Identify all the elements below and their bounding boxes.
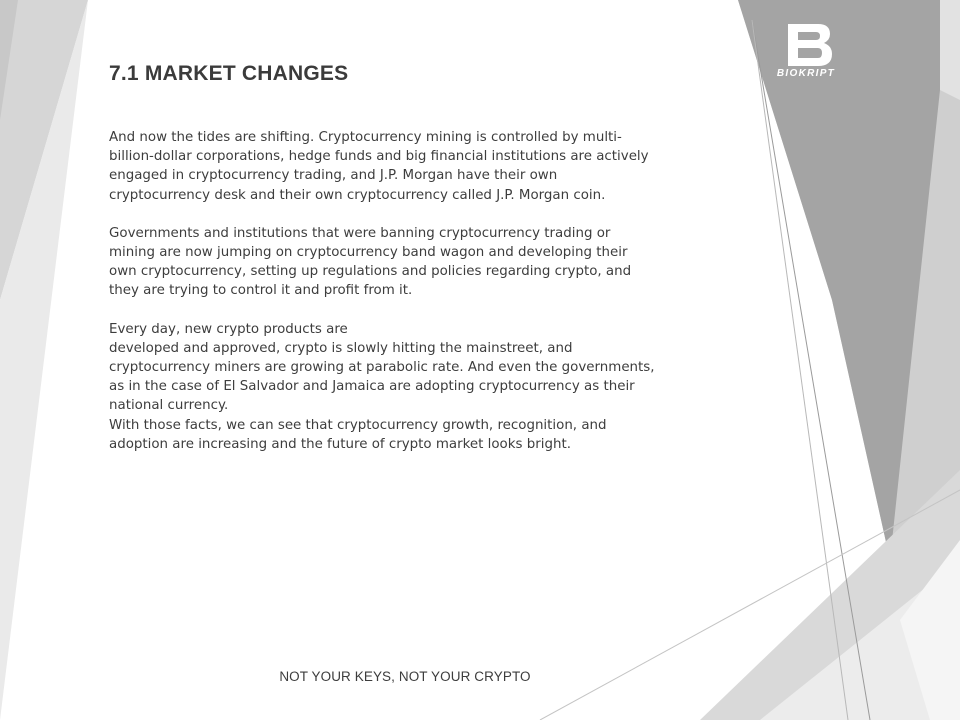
text-line: developed and approved, crypto is slowly…	[109, 340, 573, 356]
text-line: And now the tides are shifting. Cryptocu…	[109, 130, 622, 145]
b-logo-icon	[788, 24, 832, 66]
text-line: billion-dollar corporations, hedge funds…	[109, 149, 649, 165]
text-line: Every day, new crypto products are	[109, 321, 348, 337]
paragraph-1: And now the tides are shifting. Cryptocu…	[109, 128, 709, 205]
text-line: as in the case of El Salvador and Jamaic…	[109, 379, 635, 395]
slide-body: And now the tides are shifting. Cryptocu…	[109, 128, 709, 454]
logo-text: BIOKRIPT	[776, 68, 836, 79]
text-line: mining are now jumping on cryptocurrency…	[109, 245, 628, 261]
biokript-logo: BIOKRIPT	[768, 22, 844, 88]
slide-footer: NOT YOUR KEYS, NOT YOUR CRYPTO	[279, 669, 531, 684]
slide: BIOKRIPT 7.1 MARKET CHANGES And now the …	[0, 0, 960, 720]
text-line: engaged in cryptocurrency trading, and J…	[109, 168, 558, 184]
text-line: adoption are increasing and the future o…	[109, 436, 571, 452]
text-line: Governments and institutions that were b…	[109, 225, 611, 241]
text-line: national currency.	[109, 398, 229, 414]
text-line: With those facts, we can see that crypto…	[109, 417, 607, 433]
right-strip	[940, 0, 960, 100]
text-line: own cryptocurrency, setting up regulatio…	[109, 264, 632, 280]
paragraph-3: Every day, new crypto products are devel…	[109, 320, 709, 454]
text-line: cryptocurrency miners are growing at par…	[109, 360, 655, 376]
text-line: cryptocurrency desk and their own crypto…	[109, 187, 606, 203]
paragraph-2: Governments and institutions that were b…	[109, 224, 709, 301]
text-line: they are trying to control it and profit…	[109, 283, 413, 299]
slide-title: 7.1 MARKET CHANGES	[109, 62, 349, 85]
